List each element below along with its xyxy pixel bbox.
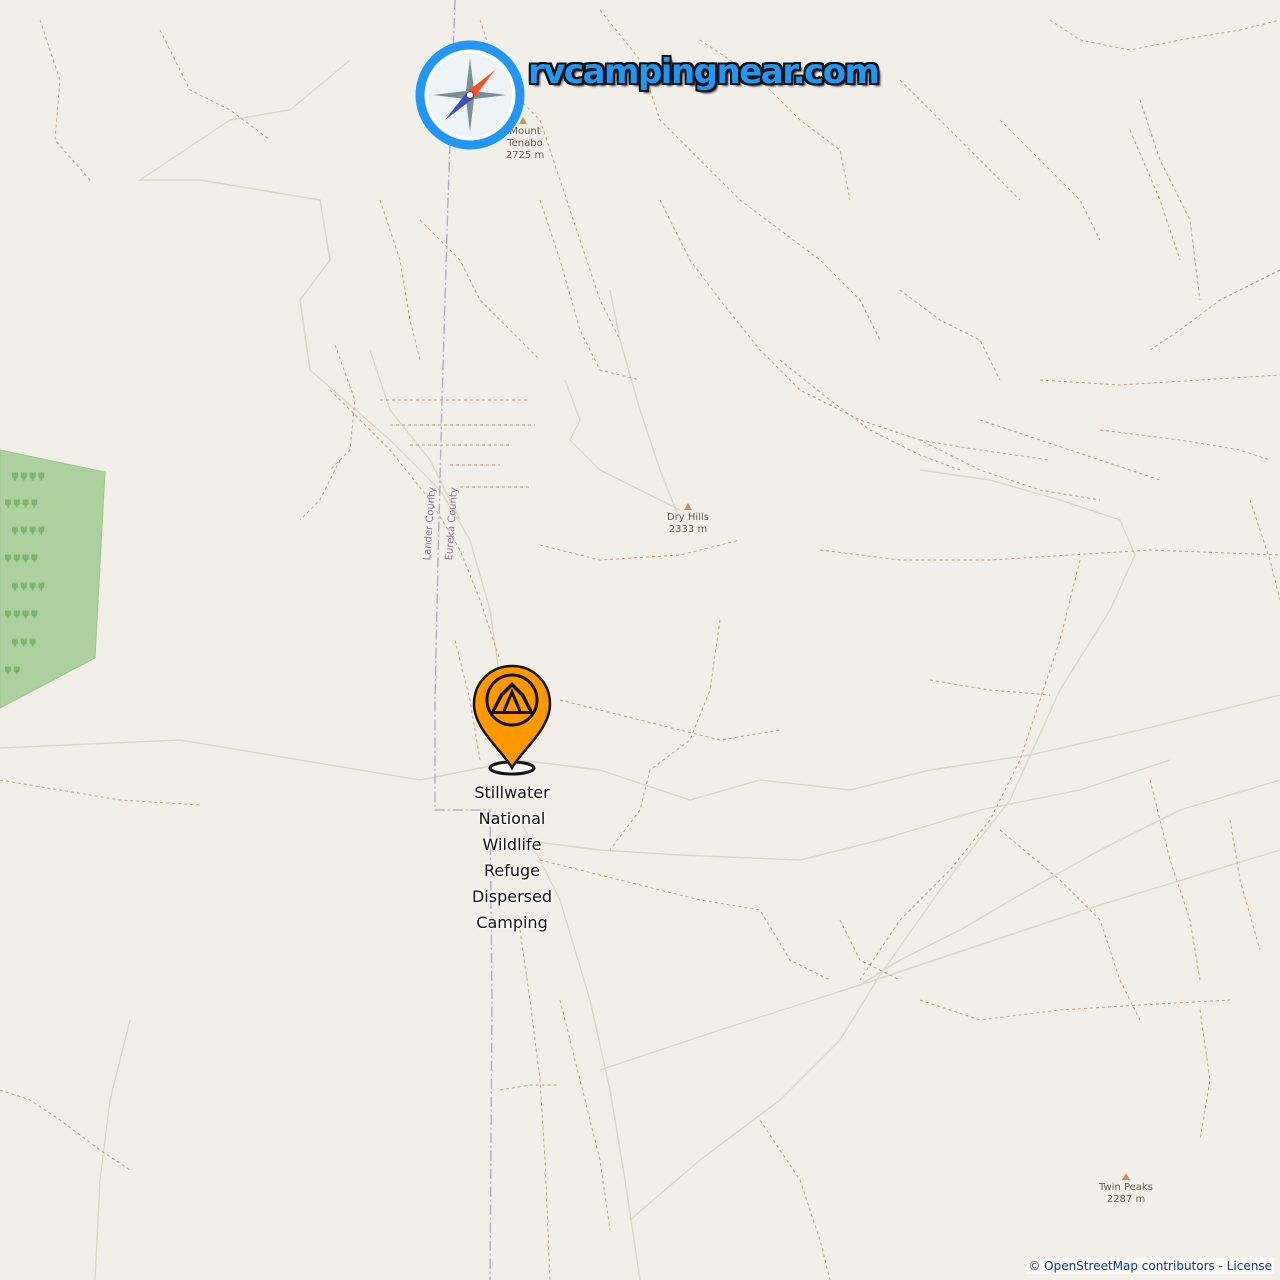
campsite-label[interactable]: Stillwater National Wildlife Refuge Disp… — [432, 780, 592, 936]
campsite-label-line: National — [478, 809, 546, 828]
peak-label-twin-peaks: Twin Peaks 2287 m — [1094, 1182, 1158, 1206]
campsite-marker-icon — [472, 664, 552, 776]
logo[interactable] — [415, 40, 525, 150]
svg-text:ψ ψ ψ ψ: ψ ψ ψ ψ — [12, 471, 44, 481]
peak-name: Twin Peaks — [1099, 1182, 1153, 1193]
campsite-label-line: Stillwater — [474, 783, 550, 802]
peak-triangle-icon — [684, 503, 692, 510]
peak-elevation: 2725 m — [505, 150, 545, 161]
attribution-separator: - — [1214, 1259, 1227, 1273]
svg-text:ψ ψ: ψ ψ — [5, 665, 20, 675]
peak-elevation: 2287 m — [1106, 1194, 1146, 1205]
peak-label-dry-hills: Dry Hills 2333 m — [658, 512, 718, 536]
campsite-marker[interactable] — [470, 664, 554, 780]
license-link[interactable]: License — [1227, 1259, 1272, 1273]
compass-icon — [415, 40, 525, 150]
svg-text:ψ ψ ψ ψ: ψ ψ ψ ψ — [12, 525, 44, 535]
svg-text:ψ ψ ψ ψ: ψ ψ ψ ψ — [5, 553, 37, 563]
peak-name: Dry Hills — [667, 512, 709, 523]
campsite-label-line: Dispersed — [471, 887, 552, 906]
peak-dry-hills — [683, 502, 693, 512]
logo-text[interactable]: rvcampingnear.com — [528, 52, 880, 92]
peak-twin-peaks — [1121, 1172, 1131, 1182]
svg-text:ψ ψ ψ ψ: ψ ψ ψ ψ — [5, 609, 37, 619]
svg-text:ψ ψ ψ ψ: ψ ψ ψ ψ — [5, 498, 37, 508]
campsite-label-line: Refuge — [483, 861, 540, 880]
map-attribution: © OpenStreetMap contributors - License — [1026, 1258, 1274, 1274]
peak-elevation: 2333 m — [668, 524, 708, 535]
peak-triangle-icon — [1122, 1173, 1130, 1180]
campsite-label-line: Wildlife — [482, 835, 542, 854]
county-boundary — [434, 0, 493, 1280]
minor-roads — [0, 59, 1280, 1280]
svg-text:ψ ψ ψ ψ: ψ ψ ψ ψ — [12, 581, 44, 591]
campsite-label-line: Camping — [476, 913, 548, 932]
svg-text:ψ ψ ψ: ψ ψ ψ — [12, 637, 36, 647]
copyright-symbol: © — [1028, 1259, 1041, 1273]
map-base-layer: ψ ψ ψ ψ ψ ψ ψ ψ ψ ψ ψ ψ ψ ψ ψ ψ ψ ψ ψ ψ … — [0, 0, 1280, 1280]
map-canvas[interactable]: ψ ψ ψ ψ ψ ψ ψ ψ ψ ψ ψ ψ ψ ψ ψ ψ ψ ψ ψ ψ … — [0, 0, 1280, 1280]
osm-contributors-link[interactable]: OpenStreetMap contributors — [1044, 1259, 1215, 1273]
